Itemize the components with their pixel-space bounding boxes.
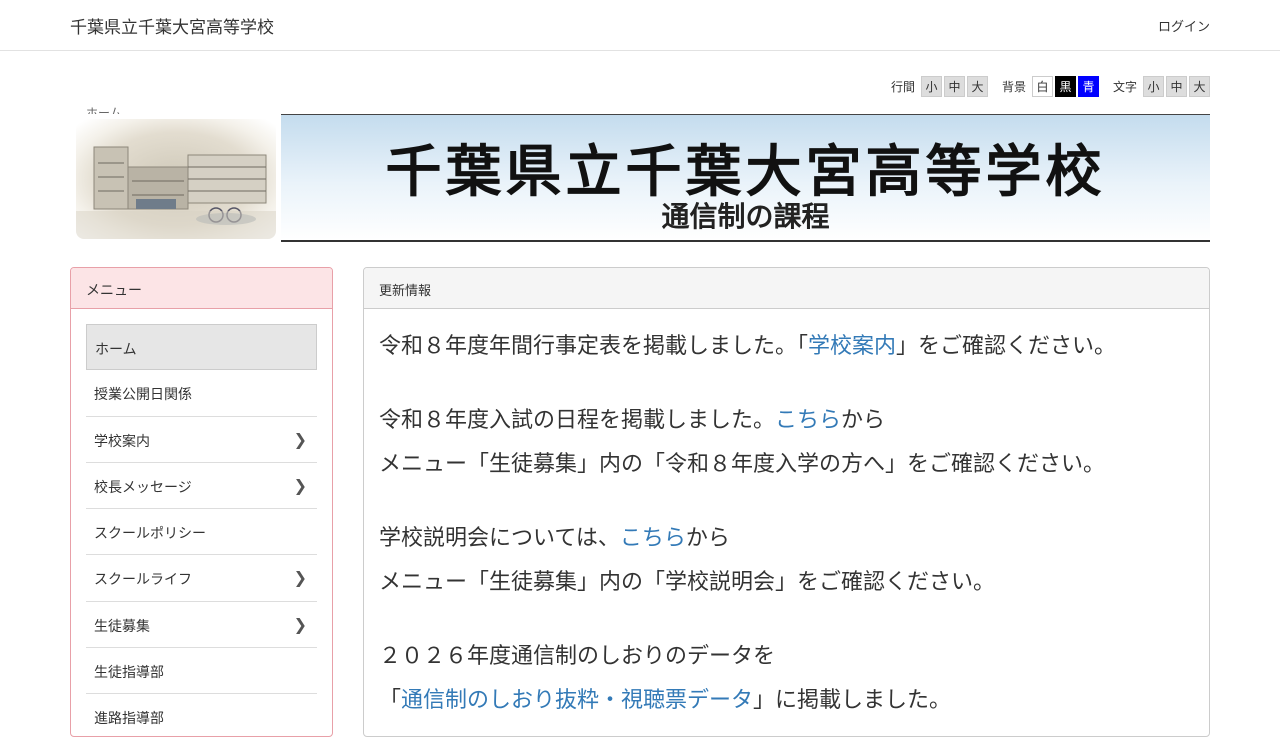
top-navbar: 千葉県立千葉大宮高等学校 ログイン — [0, 0, 1280, 51]
school-building-image — [76, 119, 276, 239]
menu-item-principal-message[interactable]: 校長メッセージ ❯ — [86, 463, 317, 510]
news-body: 令和８年度年間行事定表を掲載しました。「学校案内」をご確認ください。 令和８年度… — [364, 309, 1209, 736]
news-text: から — [685, 525, 730, 551]
accessibility-toolbar: 行間 小 中 大 背景 白 黒 青 文字 小 中 大 — [891, 75, 1210, 97]
background-group: 背景 白 黒 青 — [1001, 75, 1099, 97]
text-size-small-button[interactable]: 小 — [1143, 75, 1164, 97]
menu-item-career-guidance[interactable]: 進路指導部 — [86, 694, 317, 736]
news-text: 「 — [379, 688, 402, 713]
news-heading: 更新情報 — [364, 268, 1209, 309]
news-text: メニュー「生徒募集」内の「学校説明会」をご確認ください。 — [379, 570, 996, 595]
news-text: 令和８年度年間行事定表を掲載しました。「 — [379, 334, 809, 359]
line-spacing-medium-button[interactable]: 中 — [943, 75, 965, 97]
menu-item-label: 生徒指導部 — [94, 665, 164, 682]
menu-item-label: 生徒募集 — [94, 618, 150, 635]
menu-item-label: スクールライフ — [94, 572, 192, 589]
news-text: 」をご確認ください。 — [896, 334, 1117, 359]
menu-item-school-life[interactable]: スクールライフ ❯ — [86, 555, 317, 602]
news-text: 」に掲載しました。 — [753, 688, 952, 713]
news-text: 令和８年度入試の日程を掲載しました。 — [379, 407, 776, 433]
menu-item-open-class-days[interactable]: 授業公開日関係 — [86, 370, 317, 417]
menu-heading: メニュー — [71, 268, 332, 309]
news-item: 令和８年度入試の日程を掲載しました。こちらから メニュー「生徒募集」内の「令和８… — [379, 399, 1194, 488]
guidebook-data-link[interactable]: 通信制のしおり抜粋・視聴票データ — [401, 688, 753, 713]
line-spacing-large-button[interactable]: 大 — [966, 75, 988, 97]
chevron-right-icon: ❯ — [293, 568, 307, 588]
banner-subtitle: 通信制の課程 — [661, 200, 830, 233]
background-black-button[interactable]: 黒 — [1054, 75, 1076, 97]
news-text: から — [841, 407, 886, 433]
info-session-link[interactable]: こちら — [620, 526, 686, 551]
background-blue-button[interactable]: 青 — [1077, 75, 1099, 97]
menu-item-label: 学校案内 — [94, 433, 150, 450]
menu-item-school-guide[interactable]: 学校案内 ❯ — [86, 417, 317, 463]
news-item: ２０２６年度通信制のしおりのデータを 「通信制のしおり抜粋・視聴票データ」に掲載… — [379, 635, 1194, 724]
school-building-illustration — [76, 146, 276, 239]
news-panel: 更新情報 令和８年度年間行事定表を掲載しました。「学校案内」をご確認ください。 … — [363, 267, 1210, 737]
news-text: メニュー「生徒募集」内の「令和８年度入学の方へ」をご確認ください。 — [379, 452, 1106, 477]
background-label: 背景 — [1001, 79, 1026, 94]
menu-item-student-guidance[interactable]: 生徒指導部 — [86, 648, 317, 695]
text-size-medium-button[interactable]: 中 — [1166, 75, 1187, 97]
news-text: ２０２６年度通信制のしおりのデータを — [379, 643, 776, 669]
menu-item-label: ホーム — [95, 342, 137, 358]
chevron-right-icon: ❯ — [293, 475, 307, 495]
text-size-group: 文字 小 中 大 — [1112, 75, 1210, 97]
text-size-label: 文字 — [1112, 79, 1137, 94]
exam-schedule-link[interactable]: こちら — [775, 408, 841, 433]
header-banner: 千葉県立千葉大宮高等学校 通信制の課程 — [70, 113, 1210, 243]
menu-item-label: スクールポリシー — [94, 526, 206, 543]
news-text: 学校説明会については、 — [379, 525, 620, 551]
banner-title-box: 千葉県立千葉大宮高等学校 通信制の課程 — [281, 114, 1210, 242]
news-item: 令和８年度年間行事定表を掲載しました。「学校案内」をご確認ください。 — [379, 325, 1194, 370]
chevron-right-icon: ❯ — [293, 429, 307, 449]
line-spacing-label: 行間 — [890, 79, 915, 94]
menu-item-admissions[interactable]: 生徒募集 ❯ — [86, 602, 317, 649]
school-guide-link[interactable]: 学校案内 — [808, 334, 896, 359]
menu-item-label: 校長メッセージ — [94, 479, 192, 496]
background-white-button[interactable]: 白 — [1031, 75, 1053, 97]
menu-item-school-policy[interactable]: スクールポリシー — [86, 509, 317, 556]
line-spacing-group: 行間 小 中 大 — [890, 75, 988, 97]
text-size-large-button[interactable]: 大 — [1189, 75, 1210, 97]
menu-item-home[interactable]: ホーム — [86, 324, 317, 371]
news-item: 学校説明会については、こちらから メニュー「生徒募集」内の「学校説明会」をご確認… — [379, 517, 1194, 606]
menu-item-label: 進路指導部 — [94, 711, 164, 728]
login-link[interactable]: ログイン — [1158, 16, 1210, 35]
line-spacing-small-button[interactable]: 小 — [920, 75, 942, 97]
menu-list: ホーム 授業公開日関係 学校案内 ❯ 校長メッセージ ❯ スクールポリシー スク… — [71, 309, 332, 736]
menu-item-label: 授業公開日関係 — [94, 387, 192, 404]
chevron-right-icon: ❯ — [293, 614, 307, 634]
side-menu: メニュー ホーム 授業公開日関係 学校案内 ❯ 校長メッセージ ❯ スクールポリ… — [70, 267, 333, 737]
site-name-link[interactable]: 千葉県立千葉大宮高等学校 — [70, 13, 274, 38]
